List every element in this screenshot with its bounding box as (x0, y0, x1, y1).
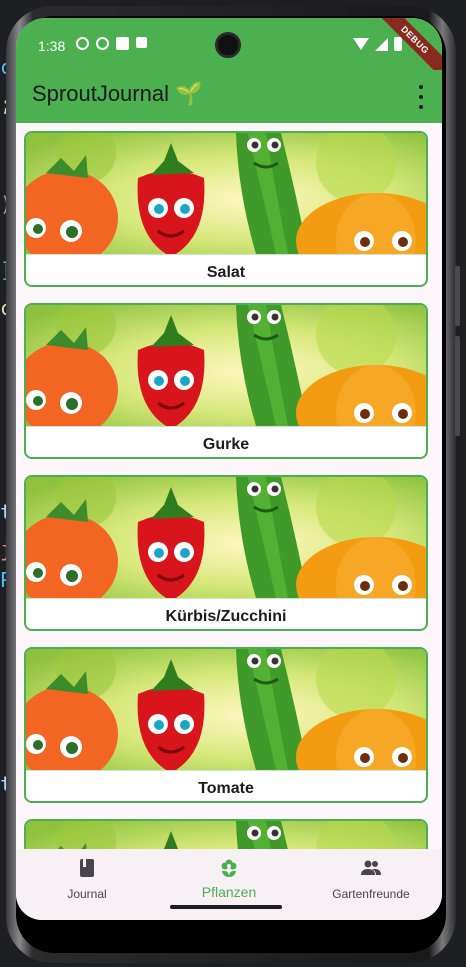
more-menu-button[interactable] (416, 85, 426, 109)
volume-button (455, 266, 460, 326)
plant-card-label: Gurke (26, 426, 426, 457)
plant-card-label: Kürbis/Zucchini (26, 598, 426, 629)
plant-card-image (26, 649, 426, 770)
sd-card-icon (116, 37, 129, 50)
wifi-icon (353, 38, 369, 50)
plant-card[interactable]: Kürbis/Zucchini (24, 475, 428, 631)
nav-item-gartenfreunde[interactable]: Gartenfreunde (300, 849, 442, 909)
plant-card[interactable]: Tomate (24, 647, 428, 803)
signal-icon (375, 37, 388, 51)
nav-label-gartenfreunde: Gartenfreunde (332, 887, 410, 901)
vegetable-characters-illustration (26, 305, 426, 426)
info-icon (76, 37, 89, 50)
book-icon (80, 859, 94, 877)
notification-icons (76, 37, 147, 50)
dot-icon (419, 95, 423, 99)
dot-icon (419, 105, 423, 109)
nav-label-journal: Journal (67, 887, 107, 901)
front-camera (215, 32, 241, 58)
home-indicator[interactable] (170, 905, 282, 909)
plant-card-label: Salat (26, 254, 426, 285)
people-icon (361, 860, 381, 875)
power-button (455, 336, 460, 436)
status-time: 1:38 (38, 38, 66, 54)
vegetable-characters-illustration (26, 477, 426, 598)
app-bar: SproutJournal 🌱 (16, 70, 442, 123)
app-notification-icon (136, 37, 147, 48)
plant-card-image (26, 821, 426, 849)
plant-card[interactable]: Gurke (24, 303, 428, 459)
vegetable-characters-illustration (26, 821, 426, 849)
plant-card-image (26, 305, 426, 426)
vegetable-characters-illustration (26, 133, 426, 254)
dot-icon (419, 85, 423, 89)
plant-card-image (26, 133, 426, 254)
shield-icon (96, 37, 109, 50)
nav-item-pflanzen[interactable]: Pflanzen (158, 849, 300, 909)
nav-label-pflanzen: Pflanzen (201, 884, 257, 900)
plant-card-image (26, 477, 426, 598)
battery-icon (394, 37, 402, 51)
plant-card-label: Tomate (26, 770, 426, 801)
plant-card[interactable]: Salat (24, 131, 428, 287)
plant-list[interactable]: Salat Gurke Kürbis/Zucchini Tomate (16, 123, 442, 849)
system-icons (353, 37, 402, 51)
nav-item-journal[interactable]: Journal (16, 849, 158, 909)
bottom-navigation: Journal Pflanzen Gartenfreunde (16, 849, 442, 920)
vegetable-characters-illustration (26, 649, 426, 770)
status-bar: 1:38 DEBUG (16, 18, 442, 85)
flower-icon (221, 859, 237, 877)
app-title: SproutJournal 🌱 (32, 81, 203, 106)
plant-card[interactable] (24, 819, 428, 849)
app-screen: 1:38 DEBUG SproutJournal 🌱 Salat Gurke K… (16, 18, 442, 920)
